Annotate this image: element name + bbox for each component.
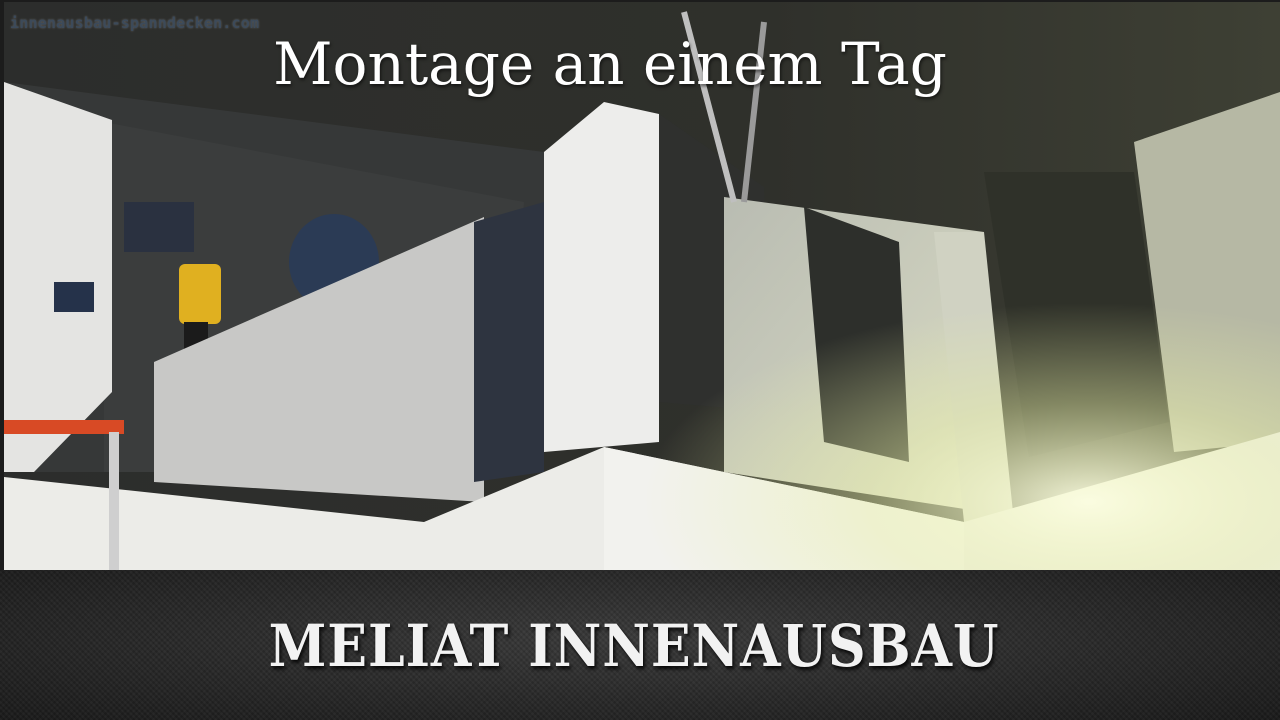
brand-name: MELIAT INNENAUSBAU xyxy=(268,612,1000,680)
brand-banner: MELIAT INNENAUSBAU xyxy=(0,570,1280,720)
video-title: Montage an einem Tag xyxy=(273,30,947,98)
